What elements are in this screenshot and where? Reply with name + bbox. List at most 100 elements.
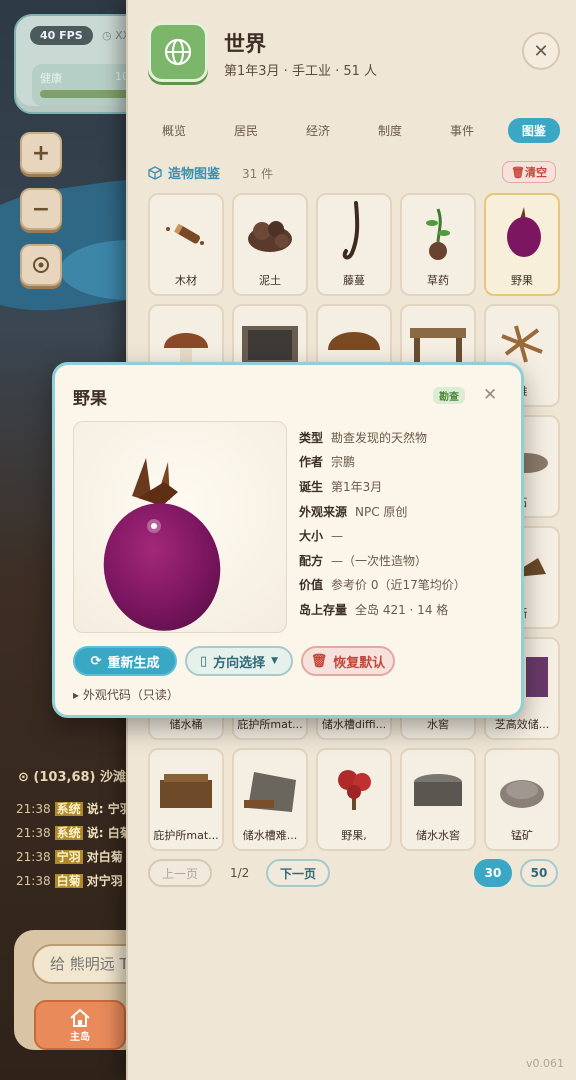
direction-select-button[interactable]: ▯ 方向选择 ▼ <box>185 646 293 676</box>
prop-value: 勘查发现的天然物 <box>331 430 428 445</box>
item-preview[interactable] <box>73 421 287 633</box>
prop-value: 第1年3月 <box>331 479 383 494</box>
plus-icon: + <box>31 140 51 166</box>
catalog-item[interactable]: 草药 <box>400 193 476 296</box>
page-indicator: 1/2 <box>230 866 250 880</box>
zoom-in-button[interactable]: + <box>20 132 62 174</box>
prop-key: 价值 <box>299 578 324 593</box>
catalog-item[interactable]: 藤蔓 <box>316 193 392 296</box>
cube-icon <box>148 165 162 180</box>
section-title: 造物图鉴 <box>148 163 220 182</box>
reset-default-button[interactable]: 🗑 恢复默认 <box>301 646 395 676</box>
catalog-item-label: 庇护所mat... <box>237 718 303 731</box>
chat-time: 21:38 <box>16 874 51 888</box>
catalog-item[interactable]: 储水水窖 <box>400 748 476 851</box>
chat-composer: 主岛 <box>14 930 162 1050</box>
prop-size: 大小 — <box>299 523 515 548</box>
tab-overview[interactable]: 概览 <box>148 118 200 143</box>
catalog-item[interactable]: 泥土 <box>232 193 308 296</box>
section-title-text: 造物图鉴 <box>168 167 221 182</box>
home-icon <box>70 1008 90 1027</box>
catalog-item[interactable]: 野果, <box>316 748 392 851</box>
catalog-item[interactable]: 庇护所mat... <box>148 748 224 851</box>
catalog-item[interactable]: 储水槽难... <box>232 748 308 851</box>
catalog-item-label: 储水槽diffi... <box>321 718 387 731</box>
fps-counter: 40 FPS <box>30 26 93 45</box>
trash-icon: 🗑 <box>511 166 525 179</box>
catalog-item-label: 储水桶 <box>169 718 203 731</box>
prop-value: 参考价 0（近17笔均价） <box>331 578 466 593</box>
refresh-icon: ⟳ <box>90 653 102 669</box>
tab-catalog[interactable]: 图鉴 <box>507 118 560 143</box>
prop-value: NPC 原创 <box>355 504 408 519</box>
tab-economy[interactable]: 经济 <box>292 118 344 143</box>
tab-residents[interactable]: 居民 <box>220 118 272 143</box>
catalog-item-label: 泥土 <box>259 274 281 287</box>
version-label: v0.061 <box>525 1057 564 1070</box>
reset-label: 恢复默认 <box>333 655 386 671</box>
pagination: 上一页 1/2 下一页 30 50 <box>148 859 560 889</box>
catalog-item-label: 野果 <box>511 274 533 287</box>
chat-line: 21:38 宁羽 对白菊 <box>16 848 123 865</box>
chat-line: 21:38 系统 说: 宁羽 <box>16 800 132 817</box>
trash-icon: 🗑 <box>310 653 328 669</box>
close-icon: ✕ <box>533 40 549 62</box>
health-label: 健康 <box>40 72 62 85</box>
source-tag: 勘查 <box>433 387 465 404</box>
catalog-item-label: 锰矿 <box>511 829 533 842</box>
catalog-item-label: 草药 <box>427 274 449 287</box>
catalog-item-label: 木材 <box>175 274 197 287</box>
item-detail-modal: 野果 勘查 ✕ 类型 勘查发现的天然物 作者 宗鹏 诞生 第1年3月 外观来源 NPC … <box>52 362 524 718</box>
section-count: 31 件 <box>242 167 274 181</box>
prop-value: 宗鹏 <box>331 455 356 470</box>
catalog-item-label: 庇护所mat... <box>153 829 219 842</box>
chat-time: 21:38 <box>16 850 51 864</box>
chat-speaker: 系统 <box>54 802 83 816</box>
appearance-code-toggle[interactable]: ▸ 外观代码（只读） <box>73 686 179 703</box>
prev-page-button[interactable]: 上一页 <box>148 859 213 887</box>
panel-subtitle: 第1年3月 · 手工业 · 51 人 <box>224 64 378 79</box>
chat-text: 对白菊 <box>86 850 123 864</box>
page-size-50[interactable]: 50 <box>520 859 558 887</box>
minus-icon: − <box>31 196 51 222</box>
chat-speaker: 宁羽 <box>54 850 83 864</box>
prop-key: 外观来源 <box>299 504 348 519</box>
catalog-item-label: 藤蔓 <box>343 274 365 287</box>
prop-born: 诞生 第1年3月 <box>299 474 515 499</box>
home-button[interactable]: 主岛 <box>34 1000 126 1050</box>
health-bar <box>40 90 136 98</box>
catalog-item-label: 储水水窖 <box>416 829 460 842</box>
catalog-item[interactable]: 野果 <box>484 193 560 296</box>
regenerate-button[interactable]: ⟳ 重新生成 <box>73 646 177 676</box>
detail-close-button[interactable]: ✕ <box>483 385 497 405</box>
location-readout: ⊙ (103,68) 沙滩 <box>18 770 126 785</box>
prop-author: 作者 宗鹏 <box>299 450 515 475</box>
prop-key: 类型 <box>299 430 324 445</box>
page-size-30[interactable]: 30 <box>474 859 512 887</box>
catalog-item[interactable]: 锰矿 <box>484 748 560 851</box>
zoom-out-button[interactable]: − <box>20 188 62 230</box>
clear-button[interactable]: 🗑清空 <box>502 161 556 183</box>
panel-close-button[interactable]: ✕ <box>522 32 560 70</box>
prop-key: 大小 <box>299 529 324 544</box>
world-icon <box>148 22 208 82</box>
clear-label: 清空 <box>525 166 547 179</box>
prop-recipe: 配方 —（一次性造物） <box>299 548 515 573</box>
prop-appearance-source: 外观来源 NPC 原创 <box>299 499 515 524</box>
tab-events[interactable]: 事件 <box>436 118 488 143</box>
target-icon <box>33 257 49 273</box>
catalog-item[interactable]: 木材 <box>148 193 224 296</box>
tab-institutions[interactable]: 制度 <box>364 118 416 143</box>
prop-value: 价值 参考价 0（近17笔均价） <box>299 573 515 598</box>
property-list: 类型 勘查发现的天然物 作者 宗鹏 诞生 第1年3月 外观来源 NPC 原创 大小 — 配… <box>299 425 515 622</box>
chat-line: 21:38 白菊 对宁羽 <box>16 872 123 889</box>
panel-tabs: 概览 居民 经济 制度 事件 图鉴 <box>148 118 560 143</box>
prop-value: — <box>331 528 344 543</box>
catalog-item-label: 野果, <box>341 829 367 842</box>
next-page-button[interactable]: 下一页 <box>266 859 331 887</box>
panel-title: 世界 <box>224 32 266 56</box>
chat-speaker: 系统 <box>54 826 83 840</box>
recenter-button[interactable] <box>20 244 62 286</box>
prop-key: 作者 <box>299 455 324 470</box>
home-button-label: 主岛 <box>70 1031 90 1043</box>
